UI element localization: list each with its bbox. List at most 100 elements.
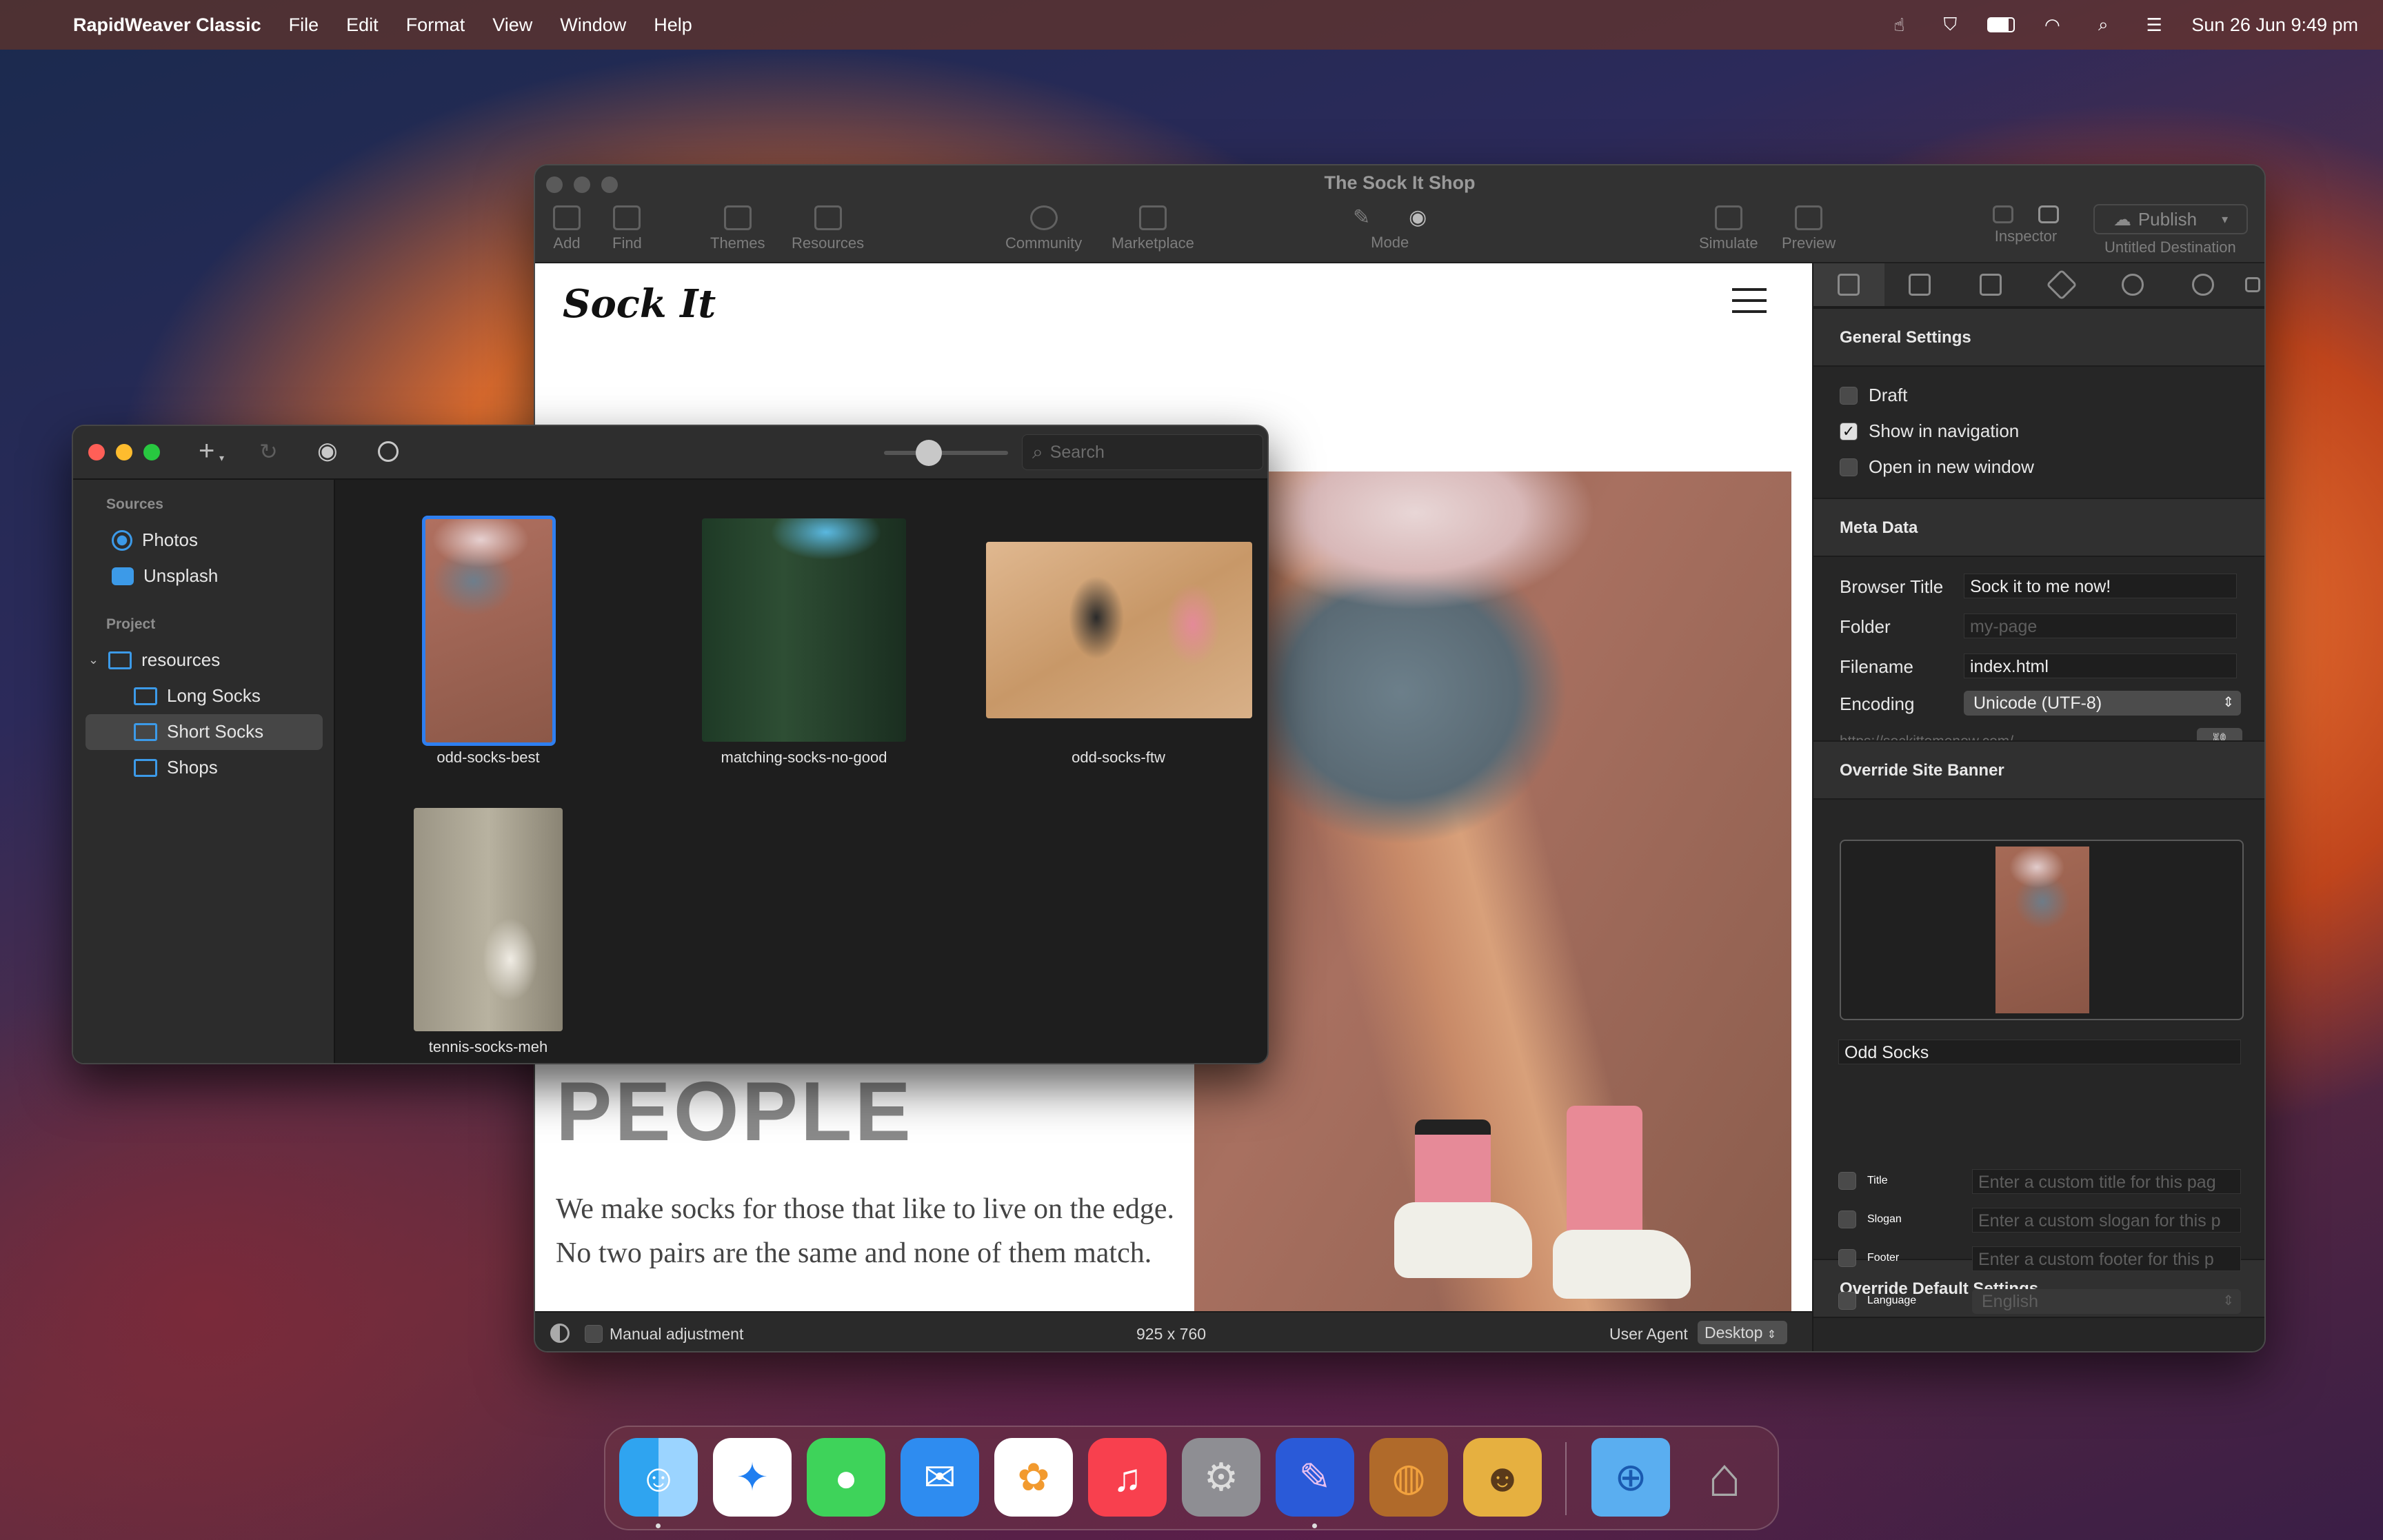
tab-sidebar[interactable] [1955,263,2027,306]
thumbnail-size-slider[interactable] [884,440,1008,466]
override-footer-field[interactable]: Enter a custom footer for this p [1972,1246,2241,1271]
wifi-icon[interactable]: ◠ [2038,14,2066,35]
search-input[interactable]: ⌕ Search [1022,434,1263,470]
app-menu[interactable]: RapidWeaver Classic [73,14,261,36]
open-new-window-row[interactable]: Open in new window [1840,456,2034,478]
tab-page[interactable] [1884,263,1955,306]
control-center-icon[interactable]: ☰ [2140,14,2168,35]
sidebar-item-short-socks[interactable]: Short Socks [134,721,263,742]
manual-adjustment-checkbox[interactable] [585,1325,603,1343]
override-footer-row[interactable]: Footer [1838,1249,1899,1267]
menu-format[interactable]: Format [406,14,465,36]
community-button[interactable]: Community [1005,205,1082,252]
image-thumbnail-selected[interactable] [422,516,556,746]
mode-button[interactable]: ✎ ◉ Mode [1353,205,1427,252]
menu-edit[interactable]: Edit [346,14,379,36]
image-thumbnail[interactable] [986,542,1252,718]
show-in-nav-checkbox[interactable]: ✓ [1840,422,1858,440]
preview-button[interactable]: Preview [1782,205,1836,252]
close-button[interactable] [88,444,105,460]
override-language-row[interactable]: Language [1838,1292,1916,1310]
hand-status-icon[interactable]: ☝ [1885,14,1913,35]
slider-knob[interactable] [916,440,942,466]
chevron-down-icon[interactable]: ▾ [219,452,224,464]
show-in-nav-row[interactable]: ✓ Show in navigation [1840,421,2019,442]
banner-caption-field[interactable]: Odd Socks [1838,1040,2241,1064]
find-button[interactable]: Find [612,205,642,252]
draft-checkbox[interactable] [1840,386,1858,405]
resources-button[interactable]: Resources [792,205,864,252]
folder-field[interactable]: my-page [1964,614,2237,638]
add-button[interactable]: Add [553,205,581,252]
override-footer-checkbox[interactable] [1838,1249,1856,1267]
left-sidebar-icon[interactable] [1993,205,2013,223]
menu-window[interactable]: Window [560,14,626,36]
publish-destination[interactable]: Untitled Destination [2104,239,2236,256]
add-resource-icon[interactable]: + [199,436,214,467]
spotlight-icon[interactable]: ⌕ [2089,14,2117,34]
orange-app-icon[interactable]: ◍ [1369,1438,1448,1517]
publish-button[interactable]: ☁ Publish ▾ [2093,204,2248,234]
simulate-button[interactable]: Simulate [1699,205,1758,252]
refresh-icon[interactable]: ↻ [259,438,278,465]
battery-icon[interactable] [1987,15,2015,34]
finder-icon[interactable]: ☺ [619,1438,698,1517]
eye-icon[interactable]: ◉ [1409,205,1427,230]
image-thumbnail[interactable] [414,808,563,1031]
sidebar-item-shops[interactable]: Shops [134,757,218,778]
tab-styles[interactable] [2026,263,2097,306]
more-icon[interactable] [378,441,399,462]
user-agent-select[interactable]: Desktop ⇕ [1698,1321,1787,1344]
sidebar-item-photos[interactable]: Photos [112,529,198,551]
menu-file[interactable]: File [289,14,319,36]
override-title-checkbox[interactable] [1838,1172,1856,1190]
tab-more[interactable] [2239,263,2264,306]
photos-app-icon[interactable]: ✿ [994,1438,1073,1517]
contrast-icon[interactable] [550,1324,570,1343]
override-slogan-field[interactable]: Enter a custom slogan for this p [1972,1208,2241,1233]
override-title-row[interactable]: Title [1838,1172,1888,1190]
messages-icon[interactable]: ● [807,1438,885,1517]
minimize-button[interactable] [116,444,132,460]
music-icon[interactable]: ♫ [1088,1438,1167,1517]
downloads-folder-icon[interactable]: ⊕ [1591,1438,1670,1517]
open-new-window-checkbox[interactable] [1840,458,1858,476]
site-logo[interactable]: Sock It [563,281,716,327]
pencil-icon[interactable]: ✎ [1353,205,1370,230]
menu-help[interactable]: Help [654,14,692,36]
sidebar-item-unsplash[interactable]: Unsplash [112,565,218,587]
menu-view[interactable]: View [492,14,532,36]
sidebar-item-long-socks[interactable]: Long Socks [134,685,261,707]
banner-image-well[interactable] [1840,840,2244,1020]
zoom-button[interactable] [143,444,160,460]
chevron-down-icon[interactable]: ⌄ [88,653,99,667]
right-sidebar-icon[interactable] [2038,205,2059,223]
rapidweaver-icon[interactable]: ✎ [1276,1438,1354,1517]
override-title-field[interactable]: Enter a custom title for this pag [1972,1169,2241,1194]
override-slogan-row[interactable]: Slogan [1838,1210,1902,1228]
draft-row[interactable]: Draft [1840,385,1907,406]
safari-icon[interactable]: ✦ [713,1438,792,1517]
sidebar-item-resources[interactable]: ⌄ resources [88,649,220,671]
eye-icon[interactable]: ◉ [317,437,338,465]
hamburger-menu-icon[interactable] [1732,288,1767,313]
cat-app-icon[interactable]: ☻ [1463,1438,1542,1517]
override-language-checkbox[interactable] [1838,1292,1856,1310]
menu-clock[interactable]: Sun 26 Jun 9:49 pm [2191,14,2358,36]
marketplace-button[interactable]: Marketplace [1112,205,1194,252]
shield-status-icon[interactable]: ⛉ [1936,14,1964,34]
image-thumbnail[interactable] [702,518,906,742]
inspector-button[interactable]: Inspector [1993,205,2059,245]
chevron-down-icon[interactable]: ▾ [2222,212,2228,227]
tab-general[interactable] [1813,263,1884,306]
trash-icon[interactable]: ⌂ [1685,1438,1764,1517]
language-select[interactable]: English ⇕ [1972,1289,2241,1314]
mail-icon[interactable]: ✉ [901,1438,979,1517]
themes-button[interactable]: Themes [710,205,765,252]
tab-settings[interactable] [2168,263,2239,306]
system-settings-icon[interactable]: ⚙ [1182,1438,1260,1517]
browser-title-field[interactable]: Sock it to me now! [1964,574,2237,598]
tab-code[interactable] [2097,263,2168,306]
override-slogan-checkbox[interactable] [1838,1210,1856,1228]
encoding-select[interactable]: Unicode (UTF-8) ⇕ [1964,691,2241,716]
